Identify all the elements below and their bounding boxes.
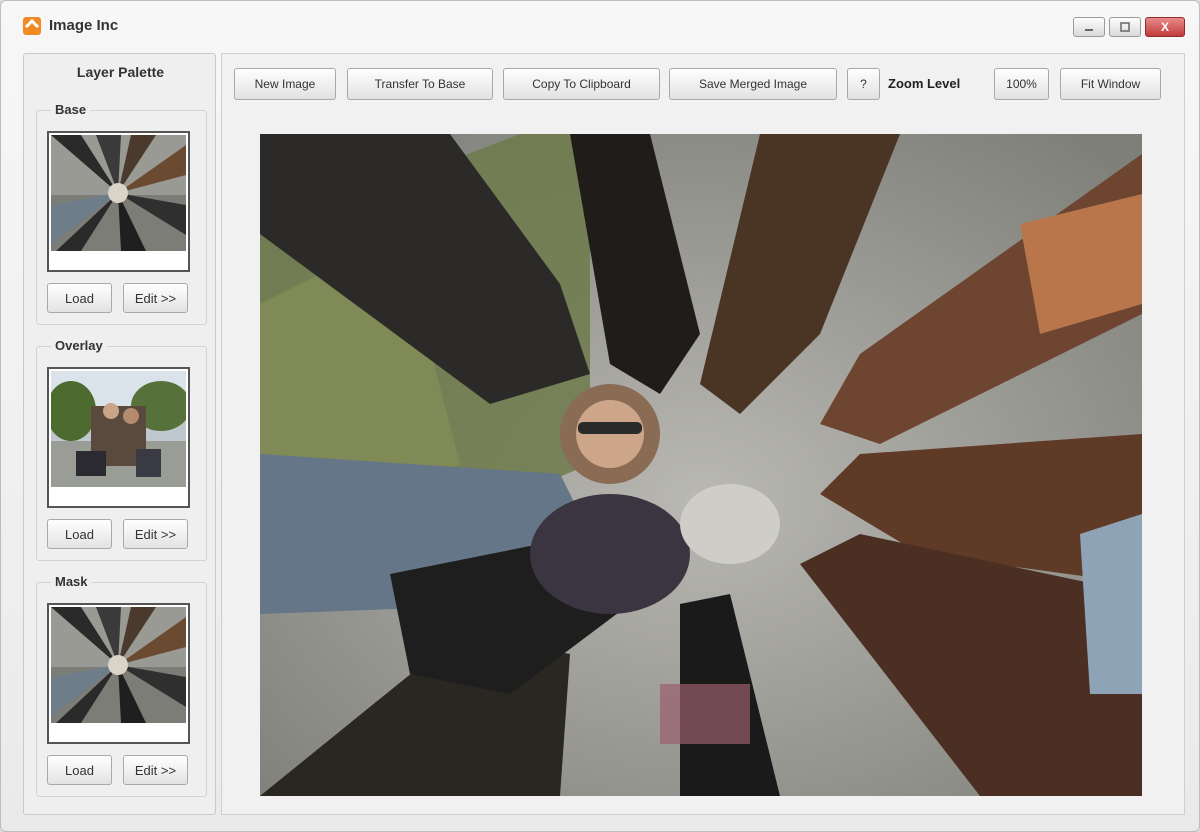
overlay-load-button[interactable]: Load bbox=[47, 519, 112, 549]
mask-layer-label: Mask bbox=[51, 574, 92, 589]
overlay-layer-group: Overlay Load Edit >> bbox=[36, 338, 207, 561]
mask-layer-group: Mask Load Edit >> bbox=[36, 574, 207, 797]
layer-palette: Layer Palette Base Load Edit >> Overlay … bbox=[23, 53, 216, 815]
base-layer-label: Base bbox=[51, 102, 91, 117]
copy-to-clipboard-button[interactable]: Copy To Clipboard bbox=[503, 68, 660, 100]
overlay-edit-button[interactable]: Edit >> bbox=[123, 519, 188, 549]
overlay-layer-label: Overlay bbox=[51, 338, 107, 353]
base-edit-button[interactable]: Edit >> bbox=[123, 283, 188, 313]
merged-image bbox=[260, 134, 1142, 796]
zoom-level-value[interactable]: 100% bbox=[994, 68, 1049, 100]
transfer-to-base-button[interactable]: Transfer To Base bbox=[347, 68, 493, 100]
mask-thumbnail[interactable] bbox=[47, 603, 190, 744]
base-load-button[interactable]: Load bbox=[47, 283, 112, 313]
overlay-thumbnail[interactable] bbox=[47, 367, 190, 508]
save-merged-image-button[interactable]: Save Merged Image bbox=[669, 68, 837, 100]
zoom-level-label: Zoom Level bbox=[888, 76, 961, 91]
minimize-button[interactable] bbox=[1073, 17, 1105, 37]
base-layer-group: Base Load Edit >> bbox=[36, 102, 207, 325]
mask-thumbnail-image bbox=[51, 607, 186, 723]
base-thumbnail-image bbox=[51, 135, 186, 251]
minimize-icon bbox=[1085, 29, 1093, 31]
close-button[interactable]: X bbox=[1145, 17, 1185, 37]
maximize-icon bbox=[1120, 22, 1130, 32]
overlay-thumbnail-image bbox=[51, 371, 186, 487]
main-panel: New Image Transfer To Base Copy To Clipb… bbox=[221, 53, 1185, 815]
window-title: Image Inc bbox=[49, 17, 119, 34]
help-button[interactable]: ? bbox=[847, 68, 880, 100]
mask-load-button[interactable]: Load bbox=[47, 755, 112, 785]
fit-window-button[interactable]: Fit Window bbox=[1060, 68, 1161, 100]
image-canvas[interactable] bbox=[260, 134, 1142, 796]
app-window: Image Inc X Layer Palette Base Load Edit… bbox=[0, 0, 1200, 832]
new-image-button[interactable]: New Image bbox=[234, 68, 336, 100]
close-icon: X bbox=[1160, 20, 1169, 34]
palette-title: Layer Palette bbox=[76, 64, 165, 80]
base-thumbnail[interactable] bbox=[47, 131, 190, 272]
maximize-button[interactable] bbox=[1109, 17, 1141, 37]
mask-edit-button[interactable]: Edit >> bbox=[123, 755, 188, 785]
app-icon bbox=[23, 17, 41, 35]
title-bar: Image Inc X bbox=[1, 1, 1199, 51]
